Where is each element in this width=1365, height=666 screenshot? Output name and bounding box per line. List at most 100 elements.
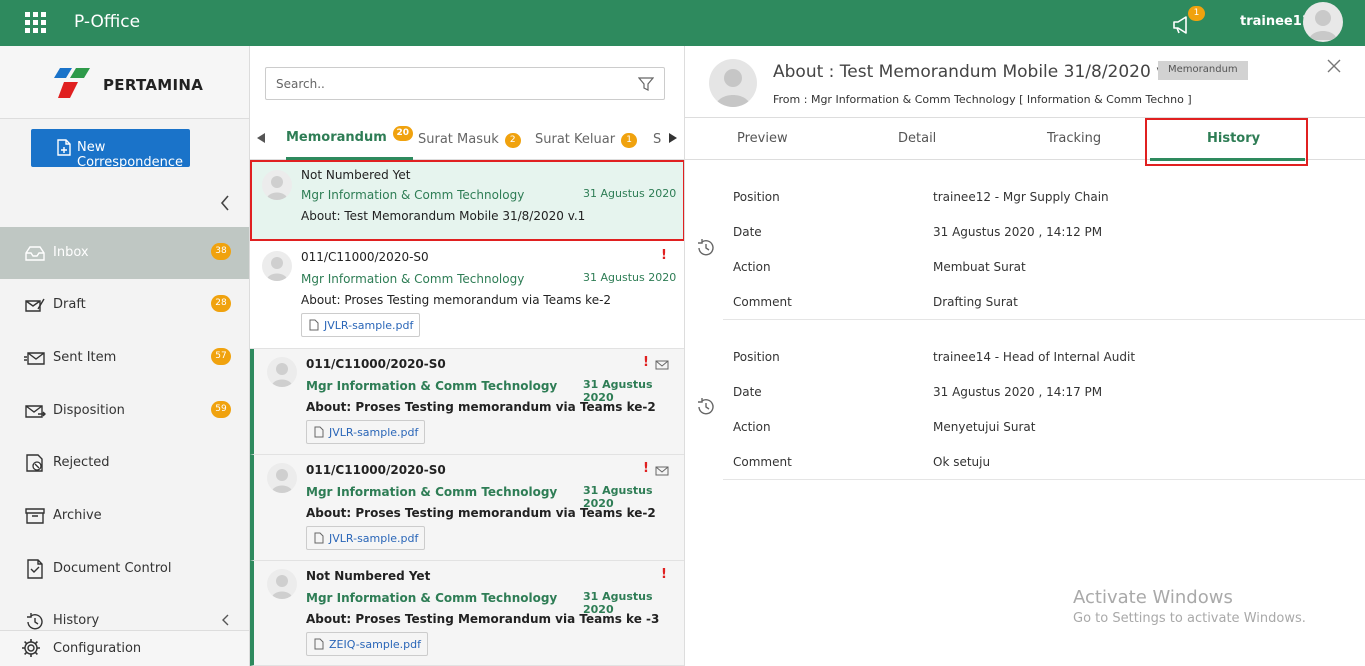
field-value: Drafting Surat <box>933 295 1018 309</box>
attachment-chip[interactable]: JVLR-sample.pdf <box>301 313 421 337</box>
item-sender: Mgr Information & Comm Technology <box>306 591 558 605</box>
apps-grid-icon[interactable] <box>25 12 46 33</box>
watermark-subtitle: Go to Settings to activate Windows. <box>1073 611 1306 626</box>
tab-label: Surat Keluar <box>535 132 616 147</box>
username[interactable]: trainee11 <box>1240 14 1311 29</box>
item-date: 31 Agustus 2020 <box>583 271 677 284</box>
pdf-file-icon <box>314 426 324 438</box>
sidebar-item-document-control[interactable]: Document Control <box>0 543 249 595</box>
attachment-chip[interactable]: JVLR-sample.pdf <box>306 420 426 444</box>
history-tab-highlight <box>1145 118 1308 166</box>
field-label: Comment <box>733 455 792 469</box>
user-avatar[interactable] <box>1303 2 1343 42</box>
search-input[interactable] <box>266 68 626 99</box>
list-item[interactable]: Not Numbered Yet ! Mgr Information & Com… <box>250 561 684 666</box>
attachment-name: JVLR-sample.pdf <box>329 532 419 545</box>
sidebar-item-inbox[interactable]: Inbox 38 <box>0 227 249 279</box>
rejected-document-icon <box>26 454 43 472</box>
top-bar: P-Office 1 trainee11 <box>0 0 1365 46</box>
sidebar-item-configuration[interactable]: Configuration <box>0 630 249 666</box>
item-about: About: Proses Testing memorandum via Tea… <box>306 400 656 414</box>
item-about: About: Proses Testing memorandum via Tea… <box>306 506 656 520</box>
sender-avatar <box>267 357 297 387</box>
disposition-envelope-icon <box>25 405 46 418</box>
field-label: Action <box>733 260 771 274</box>
sender-avatar <box>267 463 297 493</box>
history-entry: Position trainee14 - Head of Internal Aud… <box>698 320 1365 480</box>
field-label: Date <box>733 385 762 399</box>
tab-count-badge: 2 <box>504 133 521 148</box>
field-label: Date <box>733 225 762 239</box>
archive-icon <box>25 508 45 524</box>
tab-scroll-left-icon[interactable] <box>256 132 266 144</box>
pertamina-logo-icon <box>54 68 90 98</box>
tab-memorandum[interactable]: Memorandum 20 <box>286 126 413 160</box>
field-value: trainee14 - Head of Internal Audit <box>933 350 1136 364</box>
sidebar-item-archive[interactable]: Archive <box>0 490 249 542</box>
draft-envelope-icon <box>25 298 45 312</box>
sidebar-item-disposition[interactable]: Disposition 59 <box>0 385 249 437</box>
item-sender: Mgr Information & Comm Technology <box>301 188 525 202</box>
tab-label: Surat Masuk <box>418 132 499 147</box>
notification-button[interactable]: 1 <box>1172 6 1205 37</box>
category-tabs: Memorandum 20 Surat Masuk 2 Surat Keluar 1 … <box>250 118 684 162</box>
new-document-icon <box>57 139 71 156</box>
gear-icon <box>22 639 40 657</box>
tab-count-badge: 20 <box>392 126 413 141</box>
new-correspondence-button[interactable]: New Correspondence <box>31 129 190 170</box>
sender-avatar <box>262 170 292 200</box>
close-icon[interactable] <box>1327 59 1341 73</box>
item-sender: Mgr Information & Comm Technology <box>301 272 525 286</box>
attachment-chip[interactable]: ZEIQ-sample.pdf <box>306 632 428 656</box>
tab-detail[interactable]: Detail <box>898 131 936 146</box>
sidebar-item-draft[interactable]: Draft 28 <box>0 279 249 331</box>
field-value: 31 Agustus 2020 , 14:12 PM <box>933 225 1103 239</box>
attachment-chip[interactable]: JVLR-sample.pdf <box>306 526 426 550</box>
tab-surat-keluar[interactable]: Surat Keluar 1 <box>535 132 638 162</box>
tab-preview[interactable]: Preview <box>737 131 788 146</box>
new-correspondence-label: New Correspondence <box>77 140 184 170</box>
tab-label: S <box>653 132 661 147</box>
sidebar-item-history[interactable]: History <box>0 600 249 630</box>
correspondence-list-panel: Memorandum20 Surat Masuk2 Surat Keluar1 … <box>250 46 685 666</box>
history-entry: Position trainee12 - Mgr Supply Chain Dat… <box>698 160 1365 320</box>
configuration-label: Configuration <box>53 641 142 656</box>
sender-avatar <box>267 569 297 599</box>
item-number: Not Numbered Yet <box>306 569 431 583</box>
tab-tracking[interactable]: Tracking <box>1047 131 1101 146</box>
item-date: 31 Agustus 2020 <box>583 187 677 200</box>
list-item[interactable]: 011/C11000/2020-S0 ! Mgr Information & C… <box>250 349 684 455</box>
urgent-mark: ! <box>643 355 649 370</box>
item-sender: Mgr Information & Comm Technology <box>306 485 558 499</box>
detail-panel: About : Test Memorandum Mobile 31/8/2020… <box>685 46 1365 666</box>
tab-truncated[interactable]: S <box>653 132 661 162</box>
filter-icon[interactable] <box>638 76 654 92</box>
tab-surat-masuk[interactable]: Surat Masuk 2 <box>418 132 521 162</box>
attachment-name: JVLR-sample.pdf <box>324 319 414 332</box>
item-number: 011/C11000/2020-S0 <box>301 250 429 264</box>
collapse-sidebar-chevron-icon[interactable] <box>218 194 232 212</box>
app-title: P-Office <box>74 12 141 32</box>
list-item[interactable]: 011/C11000/2020-S0 ! Mgr Information & C… <box>250 243 684 349</box>
list-item[interactable]: Not Numbered Yet Mgr Information & Comm … <box>250 160 684 241</box>
field-label: Action <box>733 420 771 434</box>
history-clock-icon <box>698 239 714 256</box>
inbox-count-badge: 38 <box>211 243 231 260</box>
tab-label: Memorandum <box>286 130 387 145</box>
sidebar-item-label: Inbox <box>53 245 89 260</box>
item-number: 011/C11000/2020-S0 <box>306 463 446 477</box>
sidebar-item-label: Sent Item <box>53 350 117 365</box>
sidebar-item-sent-item[interactable]: Sent Item 57 <box>0 332 249 384</box>
sidebar-item-rejected[interactable]: Rejected <box>0 437 249 489</box>
item-sender: Mgr Information & Comm Technology <box>306 379 558 393</box>
pdf-file-icon <box>309 319 319 331</box>
urgent-mark: ! <box>661 567 667 582</box>
envelope-icon <box>655 360 669 370</box>
tab-scroll-right-icon[interactable] <box>668 132 678 144</box>
detail-from: From : Mgr Information & Comm Technology… <box>773 93 1192 106</box>
detail-title: About : Test Memorandum Mobile 31/8/2020… <box>773 62 1182 82</box>
urgent-mark: ! <box>643 461 649 476</box>
list-item[interactable]: 011/C11000/2020-S0 ! Mgr Information & C… <box>250 455 684 561</box>
item-about: About: Proses Testing memorandum via Tea… <box>301 293 612 307</box>
document-type-badge: Memorandum <box>1158 61 1248 80</box>
